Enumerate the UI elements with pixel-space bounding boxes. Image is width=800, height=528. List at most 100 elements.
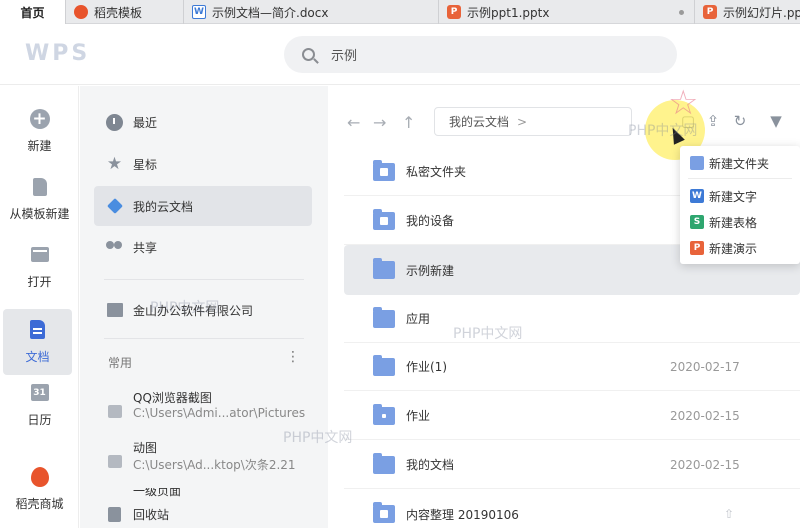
file-row[interactable]: 内容整理 20190106 ⇧ — [344, 490, 800, 528]
star-icon: ☆ — [668, 83, 699, 123]
tab-bar: 首页 稻壳模板 W 示例文档—简介.docx P 示例ppt1.pptx P 示… — [0, 0, 800, 24]
nav-label: 金山办公软件有限公司 — [133, 303, 254, 318]
file-name: 应用 — [406, 312, 431, 326]
star-icon: ★ — [106, 153, 123, 174]
recycle-bin[interactable]: 回收站 — [104, 506, 169, 523]
private-folder-icon — [373, 159, 395, 181]
divider — [688, 178, 792, 179]
file-name: 作业(1) — [406, 360, 447, 374]
presentation-icon: P — [690, 241, 704, 255]
recent-path: C:\Users\Ad...ktop\次条2.21 — [133, 458, 296, 472]
menu-label: 新建演示 — [709, 241, 758, 256]
ppt-icon: P — [447, 5, 461, 19]
docer-icon — [74, 5, 88, 19]
rail-mall[interactable]: 稻壳商城 — [0, 456, 79, 522]
ppt-icon: P — [703, 5, 717, 19]
rail-new[interactable]: + 新建 — [0, 98, 79, 164]
nav-label: 共享 — [133, 240, 158, 255]
tab-docer[interactable]: 稻壳模板 — [66, 0, 184, 24]
recent-title: 一级页面 — [133, 488, 182, 498]
search-input[interactable] — [331, 47, 631, 62]
recent-item[interactable]: QQ浏览器截图 C:\Users\Admi...ator\Pictures — [104, 389, 319, 433]
rail-label: 文档 — [25, 349, 50, 364]
file-name: 作业 — [406, 409, 431, 423]
rail-label: 新建 — [27, 138, 52, 153]
back-arrow-icon[interactable]: ← — [347, 113, 360, 132]
docer-icon — [30, 466, 49, 487]
file-name: 内容整理 20190106 — [406, 507, 519, 522]
left-rail: + 新建 从模板新建 打开 文档 31 日历 稻壳商城 — [0, 86, 79, 528]
search-icon — [302, 48, 315, 61]
more-icon[interactable]: ⋮ — [286, 348, 300, 366]
nav-company[interactable]: 金山办公软件有限公司 — [94, 290, 312, 330]
nav-recent[interactable]: 最近 — [94, 102, 312, 142]
team-folder-icon — [373, 502, 395, 523]
file-date: 2020-02-15 — [670, 408, 740, 423]
folder-icon — [373, 306, 395, 328]
breadcrumb-label: 我的云文档 — [449, 115, 510, 129]
folder-icon — [373, 354, 395, 376]
up-arrow-icon[interactable]: ↑ — [402, 113, 415, 132]
share-people-icon — [106, 239, 123, 256]
search-box[interactable] — [284, 36, 677, 73]
menu-new-sheet[interactable]: S 新建表格 — [680, 209, 800, 235]
refresh-icon[interactable]: ↻ — [731, 112, 749, 130]
recent-title: QQ浏览器截图 — [133, 391, 212, 405]
folder-icon — [690, 156, 704, 170]
file-date: 2020-02-15 — [670, 457, 740, 472]
breadcrumb[interactable]: 我的云文档 > — [434, 107, 632, 136]
file-row[interactable]: 作业 2020-02-15 — [344, 392, 800, 440]
file-row[interactable]: 应用 — [344, 295, 800, 343]
image-file-icon — [108, 405, 122, 418]
divider — [104, 338, 304, 339]
menu-new-folder[interactable]: 新建文件夹 — [680, 150, 800, 176]
recent-item[interactable]: 一级页面 — [104, 488, 319, 498]
spreadsheet-icon: S — [690, 215, 704, 229]
menu-new-doc[interactable]: W 新建文字 — [680, 183, 800, 209]
nav-shared[interactable]: 共享 — [94, 227, 312, 267]
header: WPS — [0, 24, 800, 85]
image-file-icon — [108, 455, 122, 468]
rail-calendar[interactable]: 31 日历 — [0, 372, 79, 438]
menu-label: 新建文字 — [709, 189, 758, 204]
rail-label: 稻壳商城 — [15, 496, 64, 511]
share-icon[interactable]: ⇧ — [724, 507, 734, 521]
upload-icon[interactable]: ⇪ — [704, 112, 722, 130]
new-menu: 新建文件夹 W 新建文字 S 新建表格 P 新建演示 — [680, 146, 800, 264]
tab-home[interactable]: 首页 — [0, 0, 66, 24]
menu-new-ppt[interactable]: P 新建演示 — [680, 235, 800, 261]
file-row[interactable]: 我的文档 2020-02-15 — [344, 441, 800, 489]
wps-logo: WPS — [25, 41, 91, 66]
forward-arrow-icon[interactable]: → — [373, 113, 386, 132]
plus-icon: + — [29, 108, 50, 129]
menu-label: 新建文件夹 — [709, 156, 770, 171]
nav-cloud[interactable]: 我的云文档 — [94, 186, 312, 226]
nav-label: 最近 — [133, 115, 158, 130]
file-row[interactable]: 作业(1) 2020-02-17 — [344, 343, 800, 391]
filter-icon[interactable]: ▼ — [767, 112, 785, 130]
nav-label: 星标 — [133, 157, 158, 172]
common-section-title: 常用 — [108, 356, 133, 370]
unsaved-dot-icon — [679, 9, 684, 15]
company-icon — [106, 303, 123, 317]
nav-label: 我的云文档 — [133, 199, 194, 214]
tab-doc[interactable]: W 示例文档—简介.docx — [184, 0, 439, 24]
chevron-right-icon: > — [517, 114, 528, 129]
recent-item[interactable]: 动图 C:\Users\Ad...ktop\次条2.21 — [104, 439, 319, 483]
divider — [104, 279, 304, 280]
template-icon — [32, 177, 47, 196]
rail-docs[interactable]: 文档 — [3, 309, 72, 375]
file-name: 示例新建 — [406, 263, 455, 278]
rail-template-new[interactable]: 从模板新建 — [0, 166, 79, 232]
document-icon — [30, 320, 45, 339]
tab-ppt1[interactable]: P 示例ppt1.pptx — [439, 0, 695, 24]
tab-home-label: 首页 — [20, 5, 45, 20]
recycle-label: 回收站 — [133, 508, 170, 522]
tab-label: 示例幻灯片.pp — [723, 5, 800, 20]
folder-icon — [373, 452, 395, 474]
tab-slides[interactable]: P 示例幻灯片.pp — [695, 0, 800, 24]
file-name: 我的文档 — [406, 458, 455, 472]
nav-starred[interactable]: ★ 星标 — [94, 144, 312, 184]
cloud-doc-icon — [106, 198, 123, 214]
rail-open[interactable]: 打开 — [0, 234, 79, 300]
